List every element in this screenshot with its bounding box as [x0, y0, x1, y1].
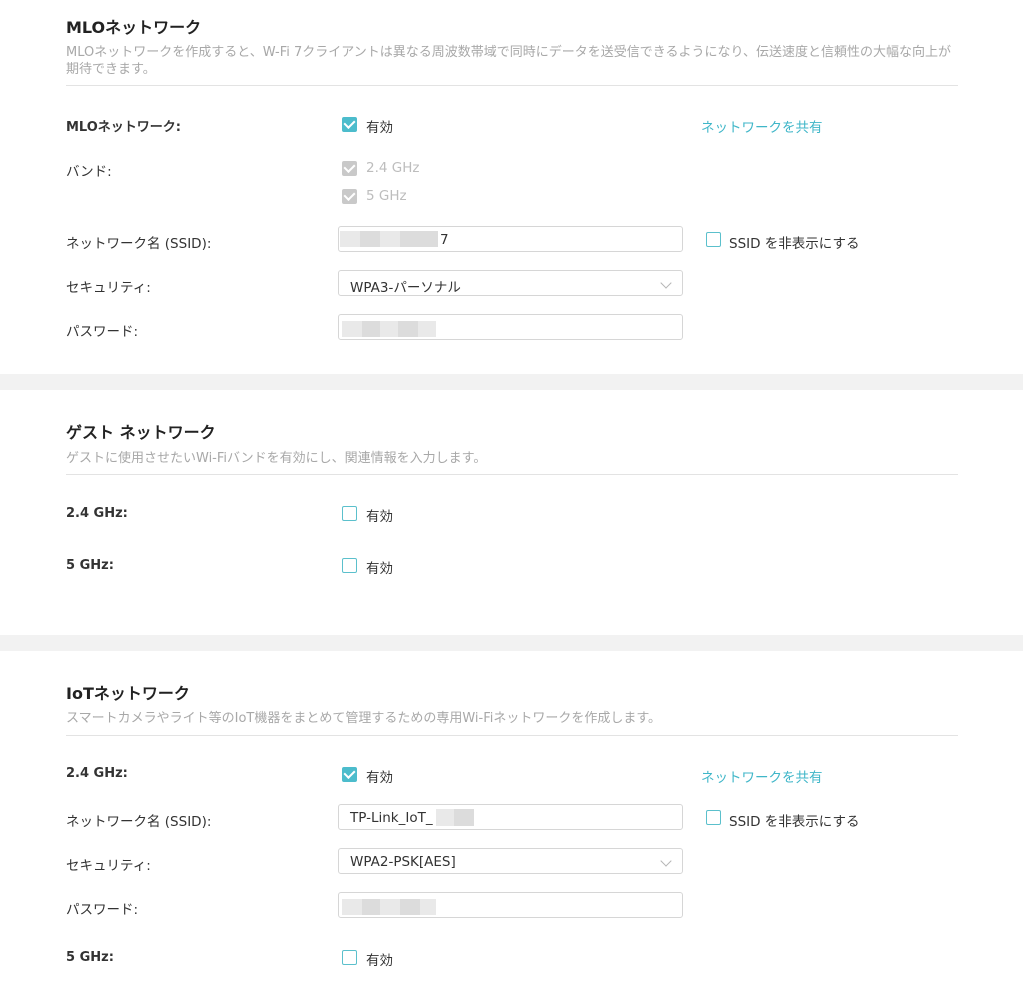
- redacted-text: [400, 899, 420, 915]
- redacted-text: [380, 231, 400, 247]
- guest-divider: [66, 474, 958, 475]
- mlo-password-label: パスワード:: [66, 324, 139, 340]
- band-24-text: 2.4 GHz: [366, 160, 420, 176]
- iot-5-checkbox[interactable]: [342, 950, 357, 965]
- mlo-security-label: セキュリティ:: [66, 280, 151, 296]
- mlo-enable-label: MLOネットワーク:: [66, 120, 182, 135]
- iot-hide-ssid-checkbox[interactable]: [706, 810, 721, 825]
- redacted-text: [420, 899, 436, 915]
- redacted-text: [380, 899, 400, 915]
- iot-description: スマートカメラやライト等のIoT機器をまとめて管理するための専用Wi-Fiネット…: [66, 711, 662, 726]
- mlo-share-link[interactable]: ネットワークを共有: [701, 116, 823, 136]
- mlo-password-input[interactable]: [338, 314, 683, 340]
- mlo-band-label: バンド:: [66, 164, 112, 180]
- mlo-security-select[interactable]: WPA3-パーソナル: [338, 270, 683, 296]
- iot-password-input[interactable]: [338, 892, 683, 918]
- iot-security-select[interactable]: WPA2-PSK[AES]: [338, 848, 683, 874]
- mlo-divider: [66, 85, 958, 86]
- iot-password-label: パスワード:: [66, 902, 139, 918]
- iot-share-link[interactable]: ネットワークを共有: [701, 766, 823, 786]
- check-icon: [343, 160, 356, 174]
- band-24-checkbox: [342, 160, 357, 176]
- iot-security-label: セキュリティ:: [66, 858, 151, 874]
- iot-24-label: 2.4 GHz:: [66, 766, 128, 781]
- iot-5-text: 有効: [366, 953, 393, 969]
- redacted-text: [454, 809, 474, 826]
- redacted-text: [398, 321, 418, 337]
- mlo-enable-checkbox[interactable]: [342, 116, 357, 132]
- check-icon: [343, 116, 356, 130]
- redacted-text: [362, 321, 380, 337]
- guest-5-checkbox[interactable]: [342, 558, 357, 573]
- chevron-down-icon: [660, 855, 672, 867]
- guest-5-label: 5 GHz:: [66, 558, 114, 573]
- band-5-text: 5 GHz: [366, 188, 407, 204]
- guest-section: ゲスト ネットワーク ゲストに使用させたいWi-Fiバンドを有効にし、関連情報を…: [0, 390, 1023, 635]
- iot-ssid-value: TP-Link_IoT_: [350, 810, 433, 826]
- iot-hide-ssid-text: SSID を非表示にする: [729, 814, 860, 830]
- iot-ssid-label: ネットワーク名 (SSID):: [66, 814, 212, 830]
- check-icon: [343, 766, 356, 780]
- guest-5-text: 有効: [366, 561, 393, 577]
- mlo-section: MLOネットワーク MLOネットワークを作成すると、W-Fi 7クライアントは異…: [0, 0, 1023, 374]
- redacted-text: [340, 231, 360, 247]
- redacted-text: [418, 321, 436, 337]
- redacted-text: [360, 231, 380, 247]
- redacted-text: [342, 321, 362, 337]
- iot-5-label: 5 GHz:: [66, 950, 114, 965]
- guest-description: ゲストに使用させたいWi-Fiバンドを有効にし、関連情報を入力します。: [66, 451, 487, 466]
- mlo-enable-text: 有効: [366, 120, 393, 136]
- redacted-text: [380, 321, 398, 337]
- iot-section: IoTネットワーク スマートカメラやライト等のIoT機器をまとめて管理するための…: [0, 651, 1023, 987]
- section-separator: [0, 635, 1023, 651]
- guest-24-checkbox[interactable]: [342, 506, 357, 521]
- mlo-security-value: WPA3-パーソナル: [350, 280, 461, 296]
- redacted-text: [436, 809, 454, 826]
- mlo-ssid-label: ネットワーク名 (SSID):: [66, 236, 212, 252]
- mlo-description: MLOネットワークを作成すると、W-Fi 7クライアントは異なる周波数帯域で同時…: [66, 45, 951, 77]
- iot-24-checkbox[interactable]: [342, 766, 357, 782]
- band-5-checkbox: [342, 188, 357, 204]
- chevron-down-icon: [660, 277, 672, 289]
- iot-security-value: WPA2-PSK[AES]: [350, 854, 456, 870]
- section-separator: [0, 374, 1023, 390]
- iot-24-text: 有効: [366, 770, 393, 786]
- iot-divider: [66, 735, 958, 736]
- mlo-ssid-value: 7: [440, 232, 449, 248]
- mlo-hide-ssid-checkbox[interactable]: [706, 232, 721, 247]
- guest-24-label: 2.4 GHz:: [66, 506, 128, 521]
- mlo-hide-ssid-text: SSID を非表示にする: [729, 236, 860, 252]
- mlo-title: MLOネットワーク: [66, 18, 202, 37]
- iot-title: IoTネットワーク: [66, 684, 190, 703]
- mlo-ssid-input[interactable]: 7: [338, 226, 683, 252]
- redacted-text: [342, 899, 362, 915]
- check-icon: [343, 188, 356, 202]
- redacted-text: [362, 899, 380, 915]
- guest-title: ゲスト ネットワーク: [66, 423, 216, 442]
- iot-ssid-input[interactable]: TP-Link_IoT_: [338, 804, 683, 830]
- guest-24-text: 有効: [366, 509, 393, 525]
- redacted-text: [400, 231, 438, 247]
